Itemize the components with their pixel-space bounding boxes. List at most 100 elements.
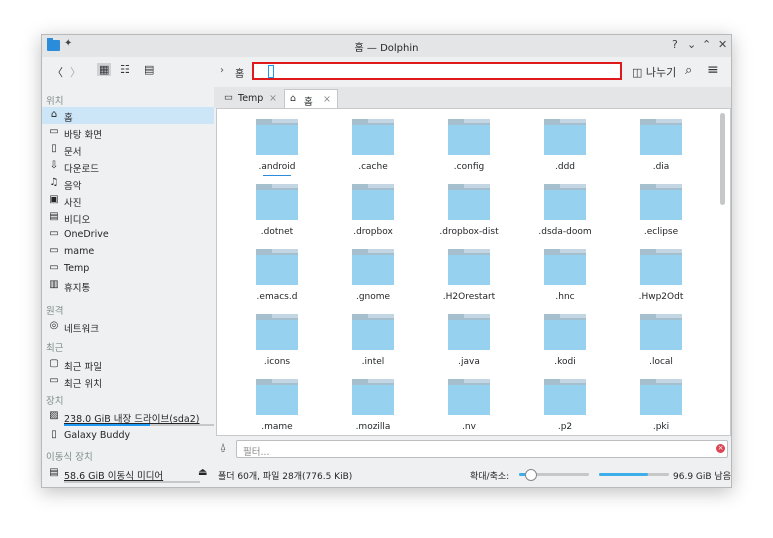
location-bar[interactable] — [252, 62, 622, 80]
folder-item[interactable]: .hnc — [525, 249, 605, 315]
vertical-scrollbar[interactable] — [720, 113, 725, 205]
folder-name: .kodi — [554, 357, 576, 367]
folder-item[interactable]: .dropbox — [333, 184, 413, 250]
home-icon: ⌂ — [290, 93, 297, 104]
folder-item[interactable]: .H2Orestart — [429, 249, 509, 315]
sidebar-item-1[interactable]: ⌂ 홈 — [42, 107, 214, 124]
filter-input[interactable]: 필터... — [236, 440, 728, 458]
sidebar-item-8[interactable]: ▭ OneDrive — [42, 226, 214, 243]
sidebar-item-10[interactable]: ▭ Temp — [42, 260, 214, 277]
zoom-slider-handle[interactable] — [524, 469, 537, 481]
folder-icon — [640, 314, 682, 350]
folder-item[interactable]: .dsda-doom — [525, 184, 605, 250]
sidebar-item-label: OneDrive — [64, 229, 109, 240]
clear-filter-icon[interactable]: × — [716, 444, 725, 453]
folder-item[interactable]: .dia — [621, 119, 701, 185]
trash-icon: ▥ — [49, 279, 59, 290]
folder-item[interactable]: .config — [429, 119, 509, 185]
sidebar-item-7[interactable]: ▤ 비디오 — [42, 209, 214, 226]
folder-icon — [256, 184, 298, 220]
title-bar[interactable]: ✦ 홈 — Dolphin ? ⌄ ⌃ ✕ — [42, 35, 731, 57]
folder-icon — [448, 184, 490, 220]
folder-item[interactable]: .intel — [333, 314, 413, 380]
details-view-button[interactable]: ▤ — [144, 63, 154, 76]
folder-item[interactable]: .android — [237, 119, 317, 185]
sidebar-item-label: 최근 파일 — [64, 362, 102, 373]
folder-item[interactable]: .Hwp2Odt — [621, 249, 701, 315]
tab-home[interactable]: ⌂ 홈 × — [284, 89, 338, 109]
folder-icon: ▭ — [49, 245, 59, 256]
search-button[interactable]: ⌕ — [685, 63, 692, 78]
close-tab-icon[interactable]: × — [323, 94, 331, 105]
minimize-button[interactable]: ⌄ — [687, 38, 696, 51]
sidebar-item-9[interactable]: ▭ mame — [42, 243, 214, 260]
split-button[interactable]: ◫ 나누기 — [632, 64, 676, 80]
folder-name: .eclipse — [643, 227, 679, 237]
sidebar-item-3[interactable]: ▯ 문서 — [42, 141, 214, 158]
folder-icon — [544, 379, 586, 415]
folder-item[interactable]: .kodi — [525, 314, 605, 380]
sidebar-item-label: 다운로드 — [64, 164, 99, 175]
folder-icon — [544, 184, 586, 220]
sidebar-item-network[interactable]: ◎ 네트워크 — [42, 318, 214, 335]
help-button[interactable]: ? — [672, 38, 678, 51]
free-space-bar — [599, 473, 648, 476]
forward-button[interactable]: 〉 — [70, 64, 81, 80]
status-summary: 폴더 60개, 파일 28개(776.5 KiB) — [218, 472, 353, 482]
folder-item[interactable]: .java — [429, 314, 509, 380]
folder-name: .icons — [263, 357, 291, 367]
folder-item[interactable]: .emacs.d — [237, 249, 317, 315]
sidebar-item-removable-media[interactable]: ▤ 58.6 GiB 이동식 미디어 ⏏ — [42, 465, 214, 482]
folder-item[interactable]: .dropbox-dist — [429, 184, 509, 250]
folder-item[interactable]: .ddd — [525, 119, 605, 185]
folder-icon — [544, 119, 586, 155]
folder-icon — [640, 119, 682, 155]
folder-icon — [352, 379, 394, 415]
file-view[interactable]: .android .cache .config .ddd .dia .dotnet .dro… — [216, 108, 731, 436]
folder-item[interactable]: .eclipse — [621, 184, 701, 250]
maximize-button[interactable]: ⌃ — [702, 38, 711, 51]
sidebar-item-11[interactable]: ▥ 휴지통 — [42, 277, 214, 294]
folder-item[interactable]: .gnome — [333, 249, 413, 315]
desktop-icon: ▭ — [49, 126, 59, 137]
sidebar-item-6[interactable]: ▣ 사진 — [42, 192, 214, 209]
folder-name: .dropbox-dist — [439, 227, 499, 237]
folder-item[interactable]: .local — [621, 314, 701, 380]
folder-item[interactable]: .dotnet — [237, 184, 317, 250]
folder-icon — [640, 379, 682, 415]
sidebar-item-galaxy-buddy[interactable]: ▯ Galaxy Buddy — [42, 427, 214, 444]
sidebar-item-5[interactable]: ♫ 음악 — [42, 175, 214, 192]
back-button[interactable]: 〈 — [52, 64, 63, 80]
sidebar-item-label: mame — [64, 246, 95, 257]
picture-icon: ▣ — [49, 194, 59, 205]
folder-item[interactable]: .icons — [237, 314, 317, 380]
section-remote: 원격 — [46, 306, 64, 317]
breadcrumb-home[interactable]: 홈 — [235, 65, 244, 80]
close-button[interactable]: ✕ — [718, 38, 727, 51]
breadcrumb-arrow-icon[interactable]: › — [220, 65, 224, 76]
tab-label: Temp — [238, 93, 264, 104]
split-label: 나누기 — [645, 66, 677, 79]
icons-view-button[interactable]: ▦ — [97, 63, 112, 76]
folder-name: .android — [258, 162, 296, 172]
drive-icon: ▨ — [49, 410, 59, 421]
tab-label: 홈 — [304, 97, 313, 108]
folder-icon — [544, 314, 586, 350]
folder-icon: ▭ — [49, 262, 59, 273]
sidebar-item-internal-drive[interactable]: ▨ 238.0 GiB 내장 드라이브(sda2) — [42, 408, 214, 425]
sidebar-item-2[interactable]: ▭ 바탕 화면 — [42, 124, 214, 141]
hamburger-menu-button[interactable]: ≡ — [707, 62, 719, 78]
main-view: ▭ Temp × ⌂ 홈 × .android .cache .config .ddd… — [214, 87, 731, 487]
close-tab-icon[interactable]: × — [269, 93, 277, 104]
tab-temp[interactable]: ▭ Temp × — [218, 89, 280, 108]
compact-view-button[interactable]: ☷ — [120, 63, 130, 76]
sidebar-item-recent-locations[interactable]: ▭ 최근 위치 — [42, 373, 214, 390]
folder-icon — [640, 184, 682, 220]
sidebar-item-label: 사진 — [64, 198, 82, 209]
eject-icon[interactable]: ⏏ — [198, 467, 207, 478]
tab-bar: ▭ Temp × ⌂ 홈 × — [214, 87, 731, 109]
folder-name: .mozilla — [355, 422, 391, 432]
sidebar-item-4[interactable]: ⇩ 다운로드 — [42, 158, 214, 175]
folder-item[interactable]: .cache — [333, 119, 413, 185]
sidebar-item-recent-files[interactable]: ▢ 최근 파일 — [42, 356, 214, 373]
